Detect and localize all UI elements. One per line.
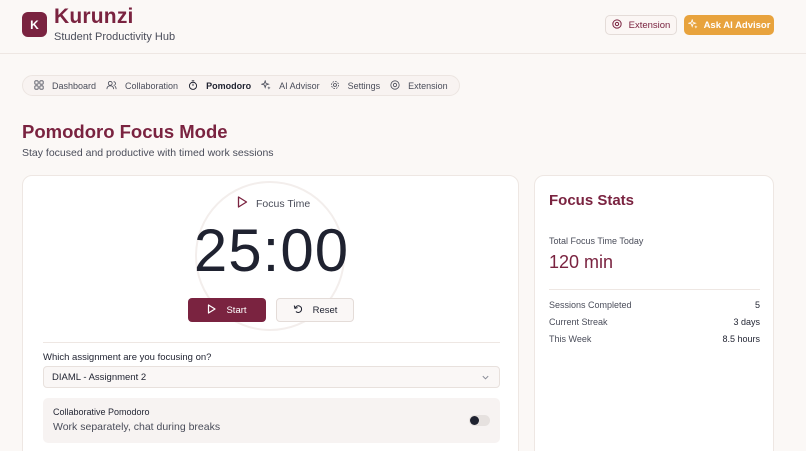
total-focus-value: 120 min (549, 252, 614, 272)
reset-icon (293, 304, 303, 317)
page-title: Pomodoro Focus Mode (22, 121, 228, 142)
assignment-select[interactable]: DIAML - Assignment 2 (43, 366, 500, 388)
start-button[interactable]: Start (188, 298, 266, 322)
timer-mode-label: Focus Time (256, 197, 311, 210)
stat-row-streak: Current Streak 3 days (549, 317, 760, 327)
total-focus-label: Total Focus Time Today (549, 236, 644, 246)
ask-ai-advisor-button[interactable]: Ask AI Advisor (684, 15, 774, 35)
grid-icon (34, 79, 44, 92)
extension-button-label: Extension (628, 19, 671, 31)
timer-display: 25:00 (193, 217, 350, 284)
assignment-question: Which assignment are you focusing on? (43, 352, 212, 363)
stat-row-this-week: This Week 8.5 hours (549, 334, 760, 344)
nav-item-label: Pomodoro (206, 80, 252, 91)
nav-item-label: Collaboration (125, 80, 179, 91)
collaborative-pomodoro-description: Work separately, chat during breaks (53, 421, 221, 433)
app-tagline: Student Productivity Hub (54, 31, 176, 43)
users-icon (106, 80, 117, 92)
nav-item-pomodoro[interactable]: Pomodoro (183, 76, 256, 95)
divider (549, 289, 760, 290)
stat-label: This Week (549, 334, 592, 344)
timer-icon (188, 79, 198, 92)
stat-value: 8.5 hours (722, 334, 760, 344)
play-icon (237, 196, 248, 211)
nav-item-label: AI Advisor (279, 80, 320, 91)
divider (43, 342, 500, 343)
ask-ai-advisor-label: Ask AI Advisor (703, 19, 771, 31)
main-nav: Dashboard Collaboration Pomodoro AI Advi… (22, 75, 460, 96)
stat-value: 3 days (733, 317, 760, 327)
nav-item-label: Extension (408, 80, 448, 91)
stat-label: Sessions Completed (549, 300, 632, 310)
start-button-label: Start (226, 304, 247, 316)
toggle-knob (470, 416, 479, 425)
reset-button-label: Reset (312, 304, 338, 316)
nav-item-label: Dashboard (52, 80, 97, 91)
gear-icon (330, 80, 340, 92)
collaborative-pomodoro-panel: Collaborative Pomodoro Work separately, … (43, 398, 500, 443)
nav-item-settings[interactable]: Settings (325, 76, 386, 95)
nav-item-ai-advisor[interactable]: AI Advisor (256, 76, 325, 95)
collaborative-pomodoro-title: Collaborative Pomodoro (53, 407, 150, 417)
collaborative-pomodoro-toggle[interactable] (469, 415, 490, 426)
chrome-icon (611, 18, 622, 32)
play-icon (207, 303, 217, 317)
app-header: K Kurunzi Student Productivity Hub Exten… (0, 0, 806, 54)
app-logo: K (22, 12, 47, 37)
assignment-select-value: DIAML - Assignment 2 (52, 371, 147, 383)
nav-item-collaboration[interactable]: Collaboration (101, 76, 183, 95)
stat-value: 5 (754, 300, 760, 310)
extension-button[interactable]: Extension (605, 15, 677, 35)
timer-mode: Focus Time (237, 196, 310, 211)
app-name: Kurunzi (54, 5, 134, 28)
nav-item-extension[interactable]: Extension (385, 76, 453, 95)
chevron-down-icon (481, 373, 490, 385)
focus-stats-card: Focus Stats Total Focus Time Today 120 m… (534, 175, 774, 451)
sparkles-icon (260, 79, 271, 92)
stat-label: Current Streak (549, 317, 608, 327)
nav-item-dashboard[interactable]: Dashboard (29, 76, 101, 95)
timer-card: Focus Time 25:00 Start Reset Which assig… (22, 175, 519, 451)
chrome-icon (390, 79, 400, 92)
page-subtitle: Stay focused and productive with timed w… (22, 147, 274, 159)
focus-stats-title: Focus Stats (549, 192, 635, 209)
nav-item-label: Settings (347, 80, 381, 91)
reset-button[interactable]: Reset (276, 298, 354, 322)
stat-row-sessions: Sessions Completed 5 (549, 300, 760, 310)
sparkles-icon (687, 18, 698, 32)
